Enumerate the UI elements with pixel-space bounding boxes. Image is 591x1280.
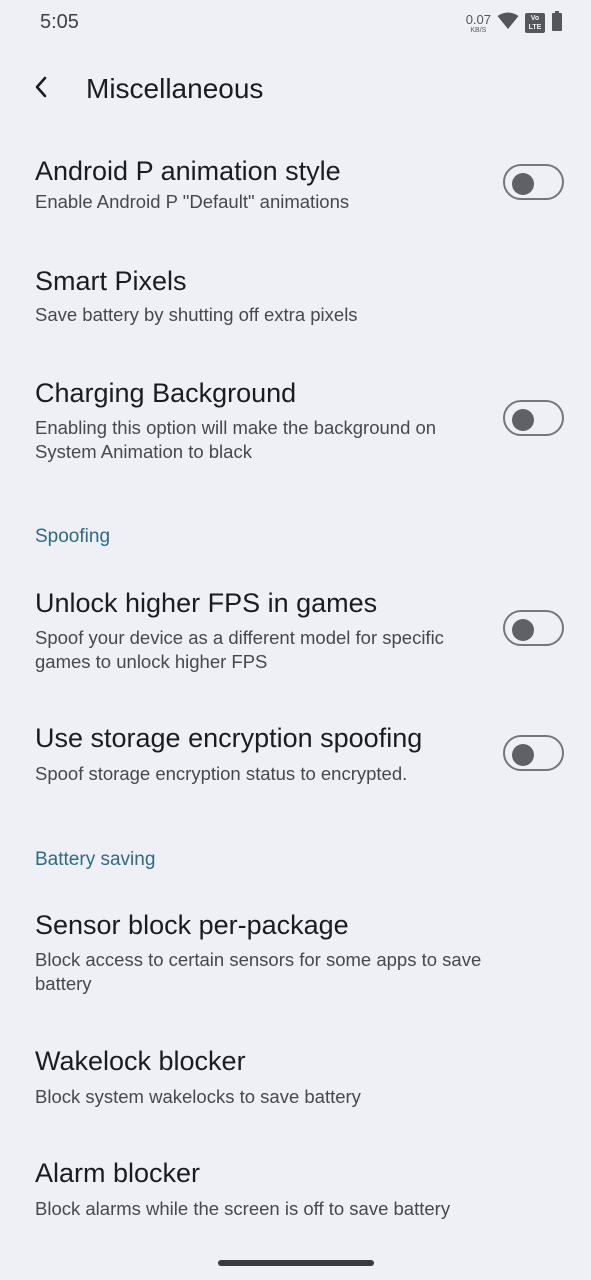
setting-title: Smart Pixels [35, 266, 187, 296]
setting-unlock-higher-fps[interactable]: Unlock higher FPS in games Spoof your de… [0, 572, 591, 682]
setting-title: Alarm blocker [35, 1158, 201, 1188]
storage-encryption-spoofing-switch[interactable] [503, 735, 564, 771]
setting-title: Android P animation style [35, 156, 341, 186]
setting-title: Wakelock blocker [35, 1046, 246, 1076]
charging-background-switch[interactable] [503, 400, 564, 436]
category-spoofing: Spoofing [35, 526, 111, 547]
volte-icon: Vo LTE [525, 13, 545, 33]
setting-charging-background[interactable]: Charging Background Enabling this option… [0, 362, 591, 472]
setting-android-p-animation[interactable]: Android P animation style Enable Android… [0, 132, 591, 222]
volte-bottom-label: LTE [528, 24, 542, 31]
setting-subtitle: Block system wakelocks to save battery [35, 1086, 361, 1107]
setting-storage-encryption-spoofing[interactable]: Use storage encryption spoofing Spoof st… [0, 707, 591, 802]
settings-list[interactable]: Android P animation style Enable Android… [0, 132, 591, 1242]
setting-alarm-blocker[interactable]: Alarm blocker Block alarms while the scr… [0, 1142, 591, 1237]
setting-subtitle: Enable Android P "Default" animations [35, 191, 350, 212]
setting-subtitle: Save battery by shutting off extra pixel… [35, 304, 358, 325]
arrow-back-icon [33, 75, 49, 104]
navigation-handle[interactable] [218, 1260, 374, 1266]
setting-title: Use storage encryption spoofing [35, 723, 423, 753]
app-bar: Miscellaneous [0, 58, 591, 122]
setting-title: Sensor block per-package [35, 910, 349, 940]
category-battery-saving: Battery saving [35, 849, 156, 870]
status-time: 5:05 [40, 11, 79, 33]
setting-sensor-block[interactable]: Sensor block per-package Block access to… [0, 894, 591, 1004]
setting-subtitle: Block alarms while the screen is off to … [35, 1198, 451, 1219]
volte-top-label: Vo [530, 15, 540, 22]
unlock-higher-fps-switch[interactable] [503, 610, 564, 646]
status-icons: 0.07 KB/S Vo LTE [466, 10, 563, 36]
setting-title: Charging Background [35, 378, 297, 408]
switch-thumb [512, 173, 534, 195]
android-p-animation-switch[interactable] [503, 164, 564, 200]
switch-thumb [512, 744, 534, 766]
setting-title: Unlock higher FPS in games [35, 588, 378, 618]
back-button[interactable] [24, 72, 58, 106]
switch-thumb [512, 619, 534, 641]
network-speed-unit: KB/S [470, 26, 487, 34]
setting-subtitle: Enabling this option will make the backg… [35, 417, 437, 462]
switch-thumb [512, 409, 534, 431]
setting-smart-pixels[interactable]: Smart Pixels Save battery by shutting of… [0, 250, 591, 340]
network-speed: 0.07 KB/S [466, 13, 491, 34]
wifi-icon [497, 12, 519, 35]
page-title: Miscellaneous [86, 73, 264, 104]
setting-subtitle: Block access to certain sensors for some… [35, 949, 482, 994]
status-bar: 5:05 0.07 KB/S Vo LTE [0, 0, 591, 46]
battery-icon [551, 10, 563, 36]
setting-subtitle: Spoof storage encryption status to encry… [35, 763, 408, 784]
setting-wakelock-blocker[interactable]: Wakelock blocker Block system wakelocks … [0, 1030, 591, 1120]
setting-subtitle: Spoof your device as a different model f… [35, 627, 444, 672]
network-speed-value: 0.07 [465, 11, 491, 27]
